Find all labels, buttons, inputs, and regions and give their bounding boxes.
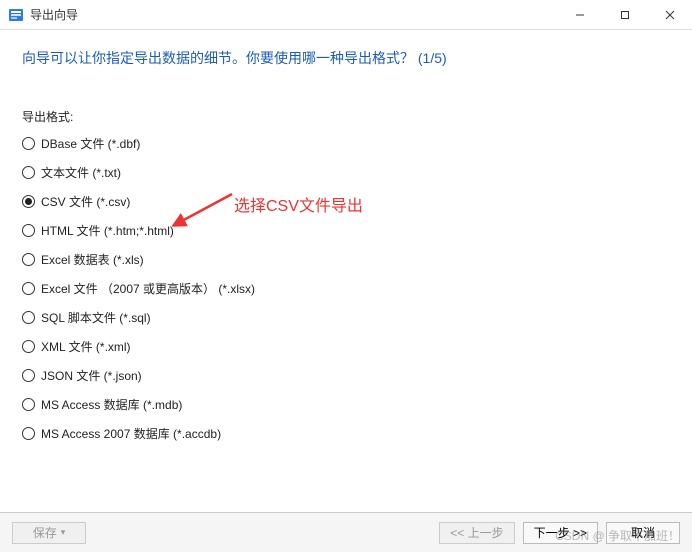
wizard-content: 向导可以让你指定导出数据的细节。你要使用哪一种导出格式？ (1/5) 导出格式:… — [0, 30, 692, 452]
format-option[interactable]: 文本文件 (*.txt) — [22, 164, 670, 181]
cancel-button-label: 取消 — [631, 524, 655, 541]
radio-icon — [22, 427, 35, 440]
radio-icon — [22, 166, 35, 179]
format-option[interactable]: HTML 文件 (*.htm;*.html) — [22, 222, 670, 239]
radio-icon — [22, 137, 35, 150]
format-option-label: Excel 数据表 (*.xls) — [41, 251, 144, 268]
save-button[interactable]: 保存 ▾ — [12, 522, 86, 544]
radio-icon — [22, 224, 35, 237]
back-button-label: << 上一步 — [450, 524, 503, 541]
format-option[interactable]: CSV 文件 (*.csv) — [22, 193, 670, 210]
format-option[interactable]: Excel 文件 （2007 或更高版本） (*.xlsx) — [22, 280, 670, 297]
save-button-label: 保存 — [33, 524, 57, 541]
format-option[interactable]: SQL 脚本文件 (*.sql) — [22, 309, 670, 326]
back-button[interactable]: << 上一步 — [439, 522, 514, 544]
radio-icon — [22, 340, 35, 353]
format-option-label: HTML 文件 (*.htm;*.html) — [41, 222, 174, 239]
format-option-label: Excel 文件 （2007 或更高版本） (*.xlsx) — [41, 280, 255, 297]
format-option[interactable]: MS Access 数据库 (*.mdb) — [22, 396, 670, 413]
minimize-button[interactable] — [557, 0, 602, 30]
format-option[interactable]: MS Access 2007 数据库 (*.accdb) — [22, 425, 670, 442]
radio-icon — [22, 311, 35, 324]
format-option-label: XML 文件 (*.xml) — [41, 338, 131, 355]
format-option-label: DBase 文件 (*.dbf) — [41, 135, 140, 152]
format-option-label: MS Access 2007 数据库 (*.accdb) — [41, 425, 221, 442]
app-icon — [8, 7, 24, 23]
radio-icon — [22, 253, 35, 266]
next-button[interactable]: 下一步 >> — [523, 522, 598, 544]
next-button-label: 下一步 >> — [534, 524, 587, 541]
format-option-label: 文本文件 (*.txt) — [41, 164, 121, 181]
section-label: 导出格式: — [22, 108, 670, 125]
wizard-footer: 保存 ▾ << 上一步 下一步 >> 取消 — [0, 512, 692, 552]
close-button[interactable] — [647, 0, 692, 30]
cancel-button[interactable]: 取消 — [606, 522, 680, 544]
format-option[interactable]: XML 文件 (*.xml) — [22, 338, 670, 355]
format-option[interactable]: JSON 文件 (*.json) — [22, 367, 670, 384]
radio-icon — [22, 369, 35, 382]
format-option-label: SQL 脚本文件 (*.sql) — [41, 309, 151, 326]
window-title: 导出向导 — [30, 6, 78, 23]
maximize-button[interactable] — [602, 0, 647, 30]
radio-icon — [22, 195, 35, 208]
radio-icon — [22, 398, 35, 411]
format-option-label: JSON 文件 (*.json) — [41, 367, 142, 384]
format-option[interactable]: DBase 文件 (*.dbf) — [22, 135, 670, 152]
format-option[interactable]: Excel 数据表 (*.xls) — [22, 251, 670, 268]
titlebar: 导出向导 — [0, 0, 692, 30]
format-radio-list: DBase 文件 (*.dbf) 文本文件 (*.txt) CSV 文件 (*.cs… — [22, 135, 670, 442]
radio-icon — [22, 282, 35, 295]
format-option-label: MS Access 数据库 (*.mdb) — [41, 396, 182, 413]
format-option-label: CSV 文件 (*.csv) — [41, 193, 130, 210]
titlebar-buttons — [557, 0, 692, 30]
chevron-down-icon: ▾ — [61, 527, 66, 538]
wizard-prompt: 向导可以让你指定导出数据的细节。你要使用哪一种导出格式？ (1/5) — [22, 48, 670, 68]
